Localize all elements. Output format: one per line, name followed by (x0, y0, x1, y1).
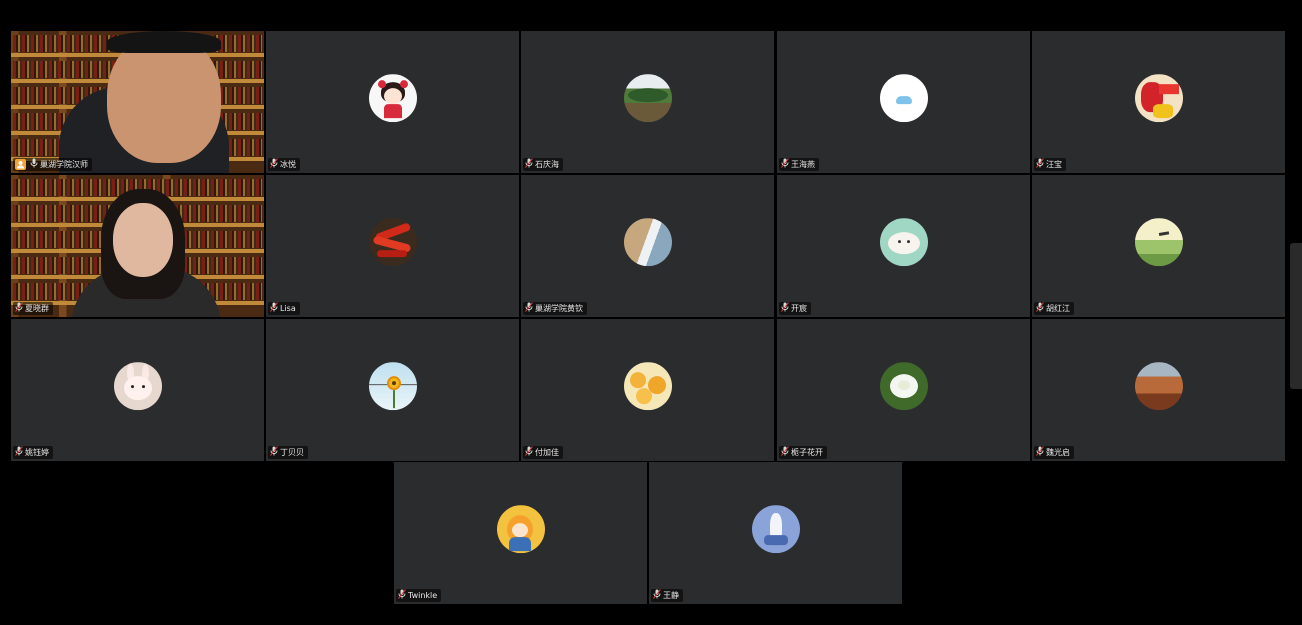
participant-name-bar: 王静 (651, 588, 683, 603)
participant-name-bar: Twinkle (396, 588, 442, 603)
mic-muted-icon (270, 157, 278, 172)
participant-name-bar: 夏晓群 (13, 301, 53, 316)
participant-name: 王海燕 (791, 160, 815, 169)
participant-name: 巢湖学院汉师 (40, 160, 88, 169)
participant-avatar (368, 362, 417, 411)
host-icon (15, 159, 26, 170)
participant-tile[interactable]: Twinkle (394, 462, 647, 604)
mic-muted-icon (270, 445, 278, 460)
mic-muted-icon (15, 301, 23, 316)
participant-name: 魏光启 (1046, 448, 1070, 457)
participant-avatar (623, 74, 672, 123)
participant-name: Lisa (280, 304, 296, 313)
mic-muted-icon (781, 301, 789, 316)
participant-avatar (879, 218, 928, 267)
participant-name: 石庆海 (535, 160, 559, 169)
participant-avatar (879, 362, 928, 411)
participant-tile[interactable]: 巢湖学院汉师 (11, 31, 264, 173)
participant-avatar (368, 218, 417, 267)
mic-muted-icon (15, 445, 23, 460)
mic-muted-icon (398, 588, 406, 603)
participant-tile[interactable]: 栀子花开 (777, 319, 1030, 461)
mic-muted-icon (525, 301, 533, 316)
side-panel-handle[interactable] (1290, 243, 1302, 389)
participant-face (113, 203, 173, 277)
participant-avatar (879, 74, 928, 123)
participant-name-bar: 巢湖学院黄钦 (523, 301, 587, 316)
mic-muted-icon (1036, 301, 1044, 316)
participant-tile[interactable]: 夏晓群 (11, 175, 264, 317)
participant-name: 夏晓群 (25, 304, 49, 313)
mic-muted-icon (1036, 445, 1044, 460)
participant-tile[interactable]: 胡红江 (1032, 175, 1285, 317)
participant-name: Twinkle (408, 591, 438, 600)
participant-hair (107, 31, 221, 53)
participant-avatar (1134, 218, 1183, 267)
participant-name: 丁贝贝 (280, 448, 304, 457)
mic-muted-icon (653, 588, 661, 603)
participant-name-bar: 开宸 (779, 301, 811, 316)
participant-name: 姚钰婷 (25, 448, 49, 457)
participant-name-bar: 冰悦 (268, 157, 300, 172)
mic-muted-icon (525, 445, 533, 460)
participant-tile[interactable]: 姚钰婷 (11, 319, 264, 461)
participant-avatar (623, 362, 672, 411)
participant-tile[interactable]: 王静 (649, 462, 902, 604)
participant-name-bar: 汪宝 (1034, 157, 1066, 172)
mic-muted-icon (781, 445, 789, 460)
participant-avatar (1134, 362, 1183, 411)
participant-name-bar: 付加佳 (523, 445, 563, 460)
mic-muted-icon (781, 157, 789, 172)
mic-muted-icon (1036, 157, 1044, 172)
participant-tile[interactable]: Lisa (266, 175, 519, 317)
mic-muted-icon (270, 301, 278, 316)
participant-avatar (113, 362, 162, 411)
participant-name-bar: 王海燕 (779, 157, 819, 172)
participant-avatar (751, 505, 800, 554)
participant-name: 开宸 (791, 304, 807, 313)
participant-tile[interactable]: 丁贝贝 (266, 319, 519, 461)
participant-name-bar: 栀子花开 (779, 445, 827, 460)
participant-avatar (496, 505, 545, 554)
participant-name: 付加佳 (535, 448, 559, 457)
mic-icon (30, 158, 38, 172)
participant-tile[interactable]: 付加佳 (521, 319, 774, 461)
participant-avatar (368, 74, 417, 123)
participant-name: 王静 (663, 591, 679, 600)
participant-name-bar: 巢湖学院汉师 (13, 158, 92, 171)
participant-name-bar: Lisa (268, 301, 300, 316)
participant-name: 汪宝 (1046, 160, 1062, 169)
participant-tile[interactable]: 汪宝 (1032, 31, 1285, 173)
participant-name-bar: 魏光启 (1034, 445, 1074, 460)
participant-name-bar: 姚钰婷 (13, 445, 53, 460)
participant-name: 栀子花开 (791, 448, 823, 457)
mic-muted-icon (525, 157, 533, 172)
participant-tile[interactable]: 王海燕 (777, 31, 1030, 173)
participant-tile[interactable]: 冰悦 (266, 31, 519, 173)
participant-tile[interactable]: 魏光启 (1032, 319, 1285, 461)
participant-name-bar: 胡红江 (1034, 301, 1074, 316)
participant-tile[interactable]: 开宸 (777, 175, 1030, 317)
participant-tile[interactable]: 石庆海 (521, 31, 774, 173)
participant-avatar (1134, 74, 1183, 123)
participant-name-bar: 石庆海 (523, 157, 563, 172)
participant-name: 巢湖学院黄钦 (535, 304, 583, 313)
participant-avatar (623, 218, 672, 267)
participant-name: 冰悦 (280, 160, 296, 169)
participant-tile[interactable]: 巢湖学院黄钦 (521, 175, 774, 317)
participant-name-bar: 丁贝贝 (268, 445, 308, 460)
participant-name: 胡红江 (1046, 304, 1070, 313)
